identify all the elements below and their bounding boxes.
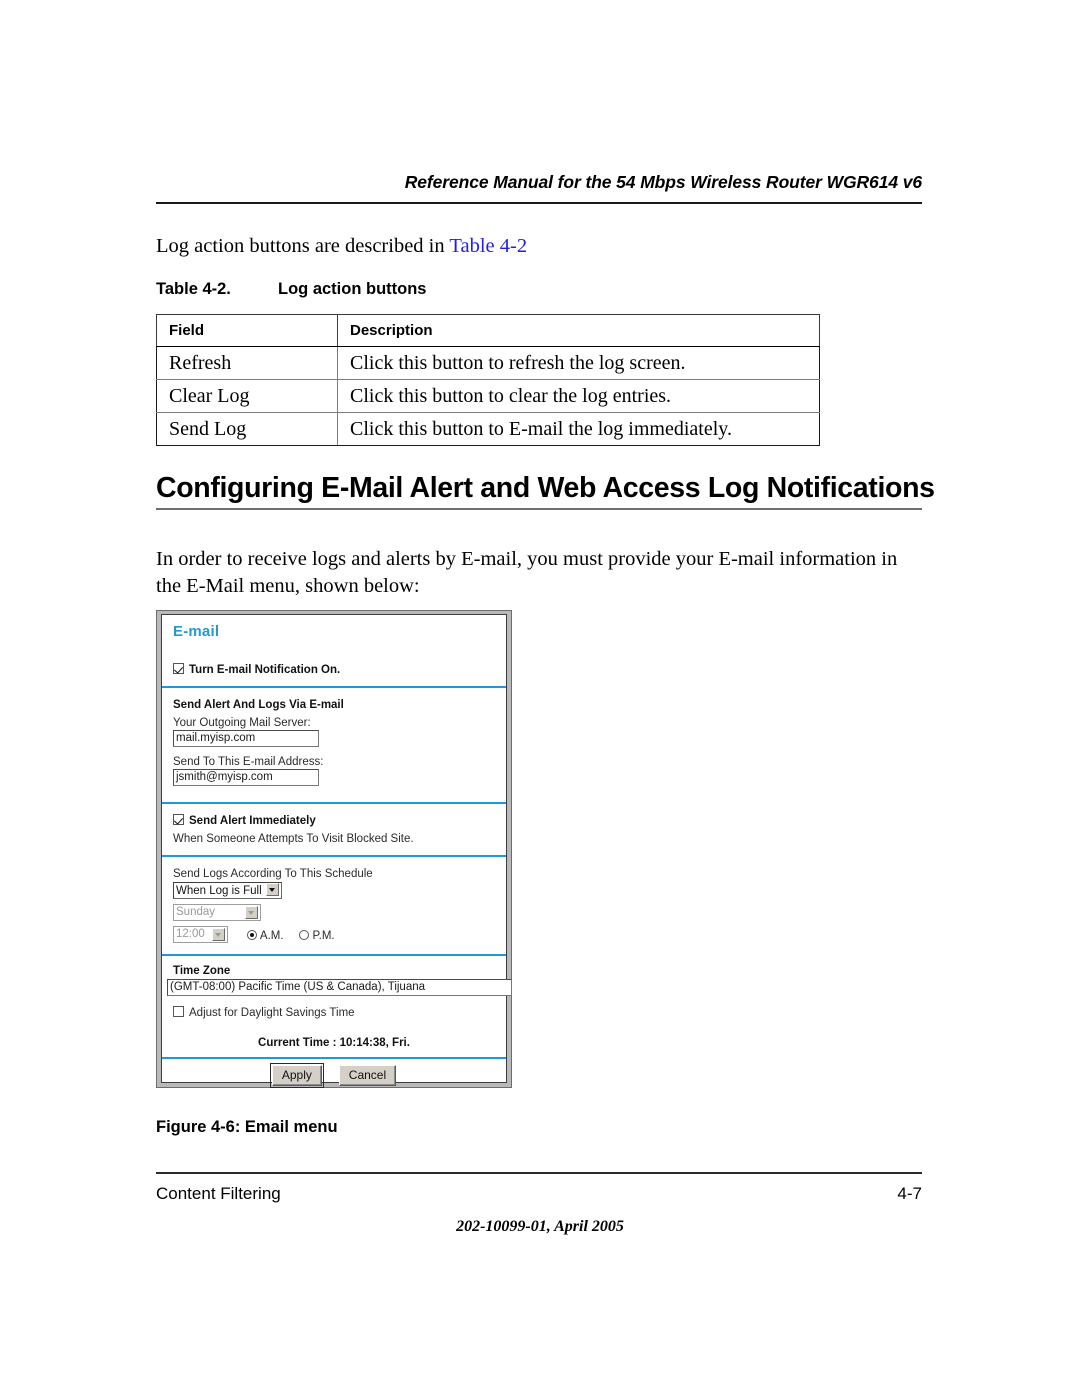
alert-immediately-checkbox-row[interactable]: Send Alert Immediately: [173, 811, 316, 829]
schedule-heading: Send Logs According To This Schedule: [173, 864, 373, 882]
schedule-time-row[interactable]: 12:00 A.M. P.M.: [173, 926, 335, 944]
table-header-row: Field Description: [156, 314, 820, 347]
schedule-frequency-value: When Log is Full: [176, 885, 262, 898]
running-header: Reference Manual for the 54 Mbps Wireles…: [404, 172, 922, 192]
pm-label: P.M.: [312, 930, 335, 942]
am-label: A.M.: [259, 930, 284, 942]
send-alert-heading: Send Alert And Logs Via E-mail: [173, 695, 344, 713]
checkbox-icon[interactable]: [173, 1006, 184, 1017]
divider-4: [162, 954, 506, 956]
cell-field: Send Log: [156, 412, 338, 446]
document-page: Reference Manual for the 54 Mbps Wireles…: [0, 0, 1080, 1397]
checkbox-icon[interactable]: [173, 814, 184, 825]
table-4-2-link[interactable]: Table 4-2: [449, 235, 527, 257]
section-heading: Configuring E-Mail Alert and Web Access …: [156, 472, 935, 504]
time-zone-field-wrap[interactable]: (GMT-08:00) Pacific Time (US & Canada), …: [167, 979, 512, 1001]
cell-description: Click this button to clear the log entri…: [337, 379, 820, 413]
alert-immediately-label: Send Alert Immediately: [189, 815, 316, 827]
dst-checkbox-row[interactable]: Adjust for Daylight Savings Time: [173, 1003, 355, 1021]
panel-title: E-mail: [173, 623, 220, 640]
schedule-day-wrap[interactable]: Sunday: [173, 904, 261, 922]
cell-field: Clear Log: [156, 379, 338, 413]
chevron-down-icon[interactable]: [265, 883, 279, 897]
schedule-frequency-select[interactable]: When Log is Full: [173, 882, 282, 900]
schedule-time-select[interactable]: 12:00: [173, 926, 228, 944]
current-time-text: Current Time : 10:14:38, Fri.: [258, 1037, 410, 1049]
send-alert-heading-label: Send Alert And Logs Via E-mail: [173, 699, 344, 711]
email-address-field-wrap[interactable]: jsmith@myisp.com: [173, 769, 319, 791]
chevron-down-icon[interactable]: [245, 906, 258, 920]
log-action-buttons-table: Field Description Refresh Click this but…: [156, 314, 820, 446]
time-zone-heading: Time Zone: [173, 961, 230, 979]
schedule-day-value: Sunday: [176, 906, 216, 919]
chevron-down-icon[interactable]: [212, 928, 225, 942]
table-row: Send Log Click this button to E-mail the…: [156, 412, 820, 446]
schedule-day-select[interactable]: Sunday: [173, 904, 261, 922]
figure-caption: Figure 4-6: Email menu: [156, 1118, 338, 1136]
pm-radio[interactable]: [299, 930, 310, 940]
intro-sentence: Log action buttons are described in Tabl…: [156, 233, 922, 259]
intro-text: Log action buttons are described in: [156, 235, 450, 257]
mail-server-label-text: Your Outgoing Mail Server:: [173, 717, 311, 729]
footer-page-number: 4-7: [897, 1184, 922, 1203]
table-row: Clear Log Click this button to clear the…: [156, 379, 820, 413]
divider-1: [162, 686, 506, 688]
email-address-input[interactable]: jsmith@myisp.com: [173, 769, 319, 786]
column-header-field: Field: [156, 314, 338, 347]
cell-description: Click this button to E-mail the log imme…: [337, 412, 820, 446]
table-caption-title: Log action buttons: [278, 280, 427, 298]
section-heading-rule: [156, 508, 922, 510]
notification-checkbox-row[interactable]: Turn E-mail Notification On.: [173, 660, 340, 678]
section-paragraph: In order to receive logs and alerts by E…: [156, 548, 898, 597]
time-zone-heading-label: Time Zone: [173, 965, 231, 977]
schedule-frequency-wrap[interactable]: When Log is Full: [173, 882, 282, 900]
mail-server-input[interactable]: mail.myisp.com: [173, 730, 319, 747]
email-address-label: Send To This E-mail Address:: [173, 752, 323, 770]
cancel-button[interactable]: Cancel: [338, 1065, 397, 1086]
alert-immediately-sublabel-text: When Someone Attempts To Visit Blocked S…: [173, 833, 414, 845]
table-caption: Table 4-2. Log action buttons: [156, 280, 922, 299]
footer-document-id: 202-10099-01, April 2005: [456, 1218, 624, 1235]
mail-server-label: Your Outgoing Mail Server:: [173, 713, 311, 731]
email-menu-figure: E-mail Turn E-mail Notification On. Send…: [156, 610, 512, 1088]
table-row: Refresh Click this button to refresh the…: [156, 346, 820, 380]
cell-field: Refresh: [156, 346, 338, 380]
table-caption-number: Table 4-2.: [156, 280, 231, 298]
footer-rule: [156, 1172, 922, 1174]
divider-3: [162, 855, 506, 857]
am-radio[interactable]: [246, 930, 257, 940]
checkbox-icon[interactable]: [173, 663, 184, 674]
divider-2: [162, 802, 506, 804]
figure-button-bar: Apply Cancel: [162, 1063, 506, 1088]
apply-button[interactable]: Apply: [269, 1063, 324, 1088]
dst-label: Adjust for Daylight Savings Time: [189, 1007, 355, 1019]
header-rule: [156, 202, 922, 204]
cell-description: Click this button to refresh the log scr…: [337, 346, 820, 380]
current-time-row: Current Time : 10:14:38, Fri.: [162, 1033, 506, 1051]
time-zone-select[interactable]: (GMT-08:00) Pacific Time (US & Canada), …: [167, 979, 512, 996]
divider-5: [162, 1057, 506, 1059]
schedule-time-value: 12:00: [176, 928, 205, 941]
email-menu-panel: E-mail Turn E-mail Notification On. Send…: [161, 614, 512, 1088]
column-header-description: Description: [337, 314, 820, 347]
notification-label: Turn E-mail Notification On.: [189, 664, 341, 676]
alert-immediately-sublabel: When Someone Attempts To Visit Blocked S…: [173, 829, 414, 847]
schedule-heading-label: Send Logs According To This Schedule: [173, 868, 373, 880]
mail-server-field-wrap[interactable]: mail.myisp.com: [173, 730, 319, 752]
email-address-label-text: Send To This E-mail Address:: [173, 756, 324, 768]
